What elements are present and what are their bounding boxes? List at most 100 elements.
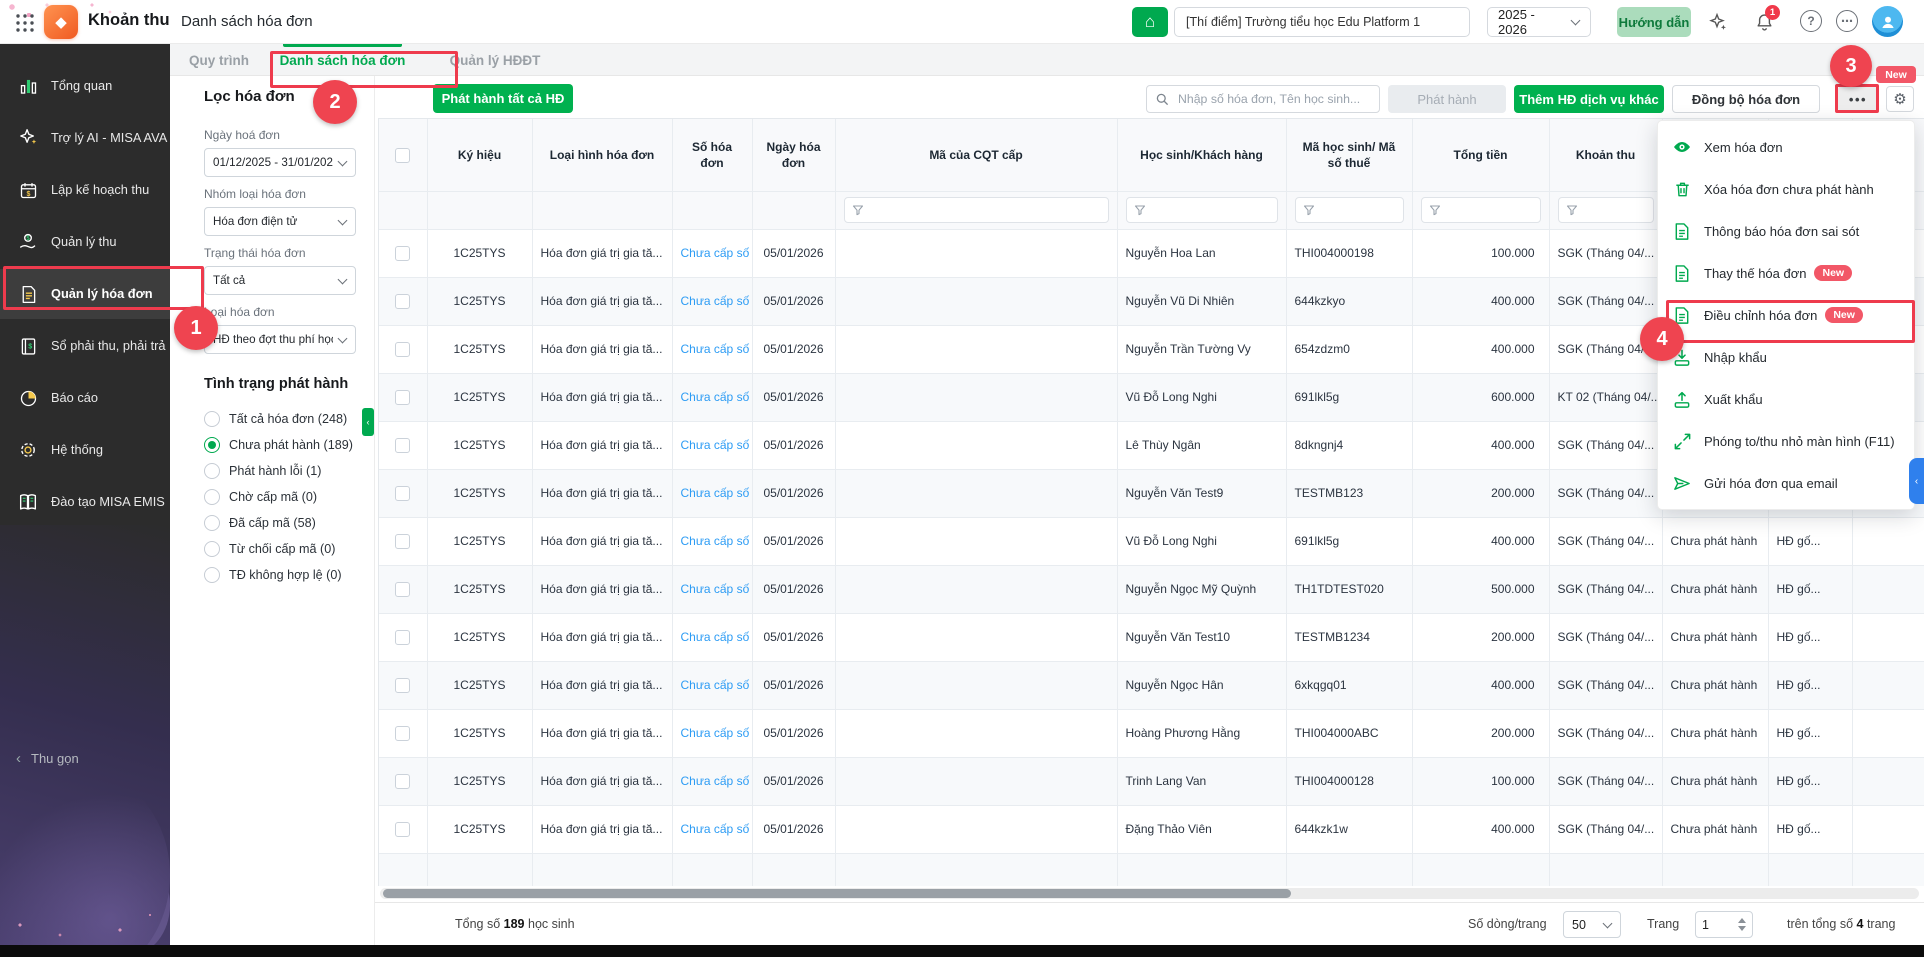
sidebar-item-sparkles[interactable]: Trợ lý AI - MISA AVA: [0, 113, 170, 163]
school-year-select[interactable]: 2025 - 2026: [1487, 7, 1591, 37]
menu-item-1[interactable]: Xem hóa đơn: [1658, 126, 1914, 168]
row-checkbox[interactable]: [395, 246, 410, 261]
sidebar-item-hand-dollar[interactable]: $Quản lý thu: [0, 217, 170, 267]
invoice-number-link[interactable]: Chưa cấp số: [672, 229, 752, 277]
menu-item-9[interactable]: Gửi hóa đơn qua email: [1658, 462, 1914, 504]
issue-status-radio[interactable]: Đã cấp mã (58): [204, 510, 353, 536]
help-icon[interactable]: ?: [1800, 10, 1822, 32]
row-checkbox[interactable]: [395, 342, 410, 357]
filter-select-3[interactable]: Tất cả: [204, 266, 356, 295]
tab-3[interactable]: Quản lý HĐĐT: [430, 44, 560, 76]
invoice-number-link[interactable]: Chưa cấp số: [672, 565, 752, 613]
invoice-number-link[interactable]: Chưa cấp số: [672, 709, 752, 757]
guide-button[interactable]: Hướng dẫn: [1617, 7, 1691, 37]
issue-status-radio[interactable]: TĐ không hợp lệ (0): [204, 562, 353, 588]
issue-status-radio[interactable]: Tất cả hóa đơn (248): [204, 406, 353, 432]
bell-icon[interactable]: 1: [1752, 10, 1776, 34]
app-logo-icon[interactable]: ◆: [44, 5, 78, 39]
row-checkbox[interactable]: [395, 582, 410, 597]
menu-item-6[interactable]: Nhập khẩu: [1658, 336, 1914, 378]
row-checkbox[interactable]: [395, 390, 410, 405]
table-settings-gear-icon[interactable]: ⚙: [1886, 86, 1914, 112]
side-drawer-handle[interactable]: ‹: [1909, 458, 1924, 504]
row-checkbox[interactable]: [395, 486, 410, 501]
invoice-number-link[interactable]: Chưa cấp số: [672, 517, 752, 565]
menu-item-3[interactable]: Thông báo hóa đơn sai sót: [1658, 210, 1914, 252]
avatar[interactable]: [1872, 6, 1903, 37]
filter-select-2[interactable]: Hóa đơn điện tử: [204, 207, 356, 236]
filter-select-4[interactable]: HĐ theo đợt thu phí học sinh: [204, 325, 356, 354]
invoice-number-link[interactable]: Chưa cấp số: [672, 325, 752, 373]
row-checkbox[interactable]: [395, 294, 410, 309]
school-selector[interactable]: [Thí điểm] Trường tiểu học Edu Platform …: [1174, 7, 1470, 37]
rows-per-page-select[interactable]: 50: [1563, 911, 1621, 938]
eye-icon: [1672, 137, 1692, 157]
sidebar-item-bar-chart[interactable]: Tổng quan: [0, 61, 170, 111]
sidebar-item-invoice[interactable]: Quản lý hóa đơn: [0, 269, 170, 319]
invoice-number-link[interactable]: Chưa cấp số: [672, 373, 752, 421]
invoice-number-link[interactable]: Chưa cấp số: [672, 277, 752, 325]
page-number-input[interactable]: 1: [1695, 911, 1753, 938]
invoice-search[interactable]: [1146, 85, 1380, 113]
row-checkbox[interactable]: [395, 822, 410, 837]
notification-badge: 1: [1765, 5, 1780, 20]
column-filter-input[interactable]: [1558, 197, 1654, 223]
tab-1[interactable]: Quy trình: [183, 44, 255, 76]
row-checkbox[interactable]: [395, 678, 410, 693]
cell: TH1TDTEST020: [1286, 565, 1412, 613]
home-icon[interactable]: ⌂: [1132, 7, 1168, 37]
issue-status-radio[interactable]: Phát hành lỗi (1): [204, 458, 353, 484]
column-filter-input[interactable]: [1126, 197, 1278, 223]
more-options-icon[interactable]: ⋯: [1836, 10, 1858, 32]
invoice-number-link[interactable]: Chưa cấp số: [672, 421, 752, 469]
menu-item-8[interactable]: Phóng to/thu nhỏ màn hình (F11): [1658, 420, 1914, 462]
menu-item-5[interactable]: Điều chỉnh hóa đơnNew: [1658, 294, 1914, 336]
spinner-down-icon[interactable]: [1738, 926, 1746, 931]
row-checkbox[interactable]: [395, 726, 410, 741]
column-header: Số hóa đơn: [672, 119, 752, 191]
menu-item-2[interactable]: Xóa hóa đơn chưa phát hành: [1658, 168, 1914, 210]
row-checkbox[interactable]: [395, 534, 410, 549]
row-checkbox[interactable]: [395, 438, 410, 453]
apps-grid-icon[interactable]: [14, 12, 36, 34]
sidebar-item-gear[interactable]: Hệ thống: [0, 425, 170, 475]
menu-item-7[interactable]: Xuất khẩu: [1658, 378, 1914, 420]
sparkles-icon[interactable]: [1705, 10, 1729, 34]
row-checkbox[interactable]: [395, 774, 410, 789]
filter-select-1[interactable]: 01/12/2025 - 31/01/2026: [204, 148, 356, 177]
cell: 05/01/2026: [752, 613, 835, 661]
issue-all-invoices-button[interactable]: Phát hành tất cả HĐ: [433, 84, 573, 113]
issue-status-radio[interactable]: Chưa phát hành (189): [204, 432, 353, 458]
sidebar-item-pie-chart[interactable]: Báo cáo: [0, 373, 170, 423]
cell: [835, 373, 1117, 421]
invoice-number-link[interactable]: Chưa cấp số: [672, 757, 752, 805]
more-actions-button[interactable]: •••: [1838, 86, 1878, 112]
invoice-number-link[interactable]: Chưa cấp số: [672, 805, 752, 853]
invoice-number-link[interactable]: Chưa cấp số: [672, 469, 752, 517]
select-all-checkbox[interactable]: [395, 148, 410, 163]
cell: HĐ gố...: [1768, 709, 1852, 757]
issue-status-radio[interactable]: Từ chối cấp mã (0): [204, 536, 353, 562]
sync-invoices-button[interactable]: Đồng bộ hóa đơn: [1672, 85, 1820, 113]
sidebar-item-ledger[interactable]: $Sổ phải thu, phải trả: [0, 321, 170, 371]
sidebar-collapse-button[interactable]: ‹Thu gọn: [16, 750, 79, 767]
cell: [1852, 805, 1924, 853]
spinner-up-icon[interactable]: [1738, 918, 1746, 923]
search-input[interactable]: [1176, 91, 1370, 107]
column-filter-input[interactable]: [1295, 197, 1404, 223]
invoice-number-link[interactable]: Chưa cấp số: [672, 613, 752, 661]
menu-item-4[interactable]: Thay thế hóa đơnNew: [1658, 252, 1914, 294]
add-service-invoice-button[interactable]: Thêm HĐ dịch vụ khác: [1514, 85, 1664, 113]
horizontal-scrollbar[interactable]: [380, 888, 1919, 899]
sidebar-item-calendar-dollar[interactable]: $Lập kế hoạch thu: [0, 165, 170, 215]
column-filter-input[interactable]: [1421, 197, 1541, 223]
invoice-number-link[interactable]: Chưa cấp số: [672, 661, 752, 709]
issue-status-radio[interactable]: Chờ cấp mã (0): [204, 484, 353, 510]
issue-button[interactable]: Phát hành: [1388, 85, 1506, 113]
column-filter-input[interactable]: [844, 197, 1109, 223]
filter-collapse-handle[interactable]: ‹: [362, 408, 374, 436]
tab-2[interactable]: Danh sách hóa đơn: [265, 44, 420, 76]
sidebar-item-book[interactable]: Đào tạo MISA EMIS: [0, 477, 170, 527]
row-checkbox[interactable]: [395, 630, 410, 645]
scrollbar-thumb[interactable]: [383, 889, 1291, 898]
